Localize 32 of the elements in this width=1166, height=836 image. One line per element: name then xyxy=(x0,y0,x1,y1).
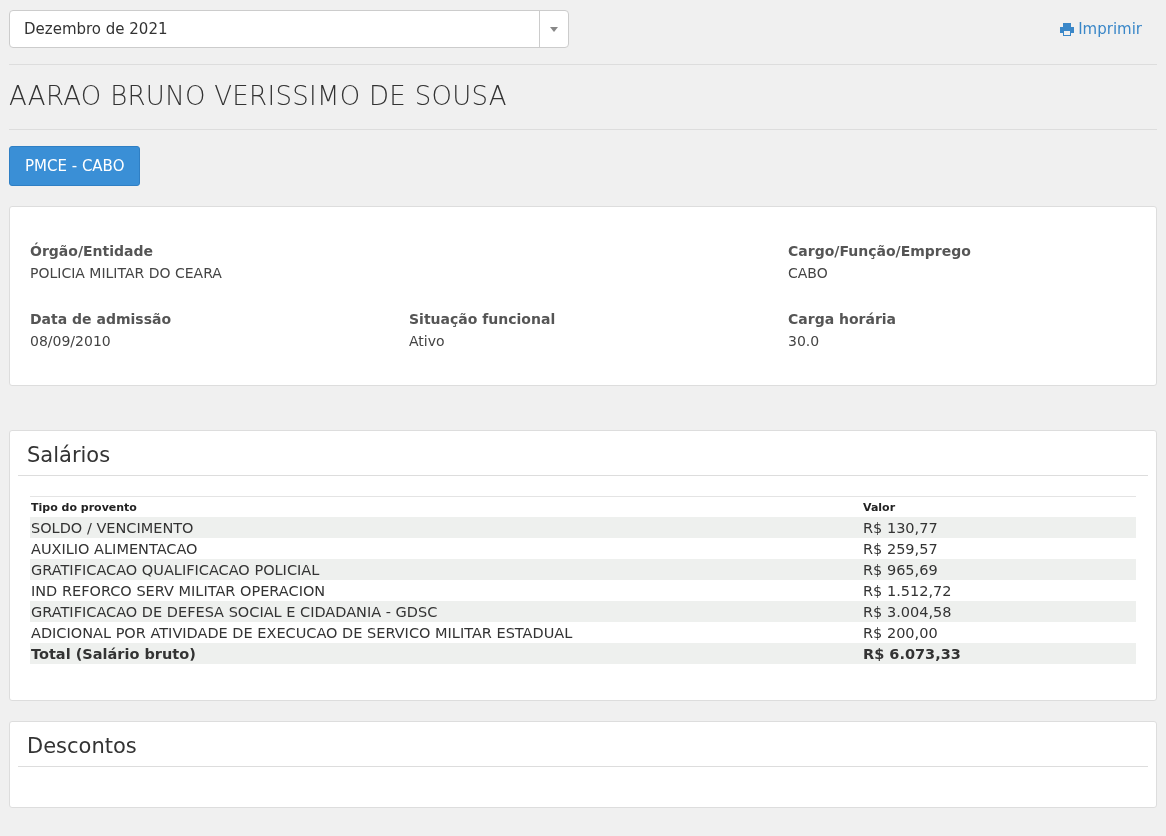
printer-icon xyxy=(1060,22,1075,36)
table-cell: SOLDO / VENCIMENTO xyxy=(30,517,862,538)
field-value: Ativo xyxy=(409,333,446,349)
table-cell: R$ 130,77 xyxy=(862,517,1136,538)
table-cell: R$ 6.073,33 xyxy=(862,643,1136,664)
table-cell: R$ 3.004,58 xyxy=(862,601,1136,622)
field-label: Carga horária xyxy=(788,311,898,327)
table-cell: GRATIFICACAO QUALIFICACAO POLICIAL xyxy=(30,559,862,580)
table-cell: R$ 1.512,72 xyxy=(862,580,1136,601)
period-select[interactable]: Dezembro de 2021 xyxy=(9,10,569,48)
field-label: Data de admissão xyxy=(30,311,173,327)
table-cell: R$ 259,57 xyxy=(862,538,1136,559)
table-cell: R$ 965,69 xyxy=(862,559,1136,580)
table-cell: R$ 200,00 xyxy=(862,622,1136,643)
field-value: CABO xyxy=(788,265,829,281)
field-value: 30.0 xyxy=(788,333,821,349)
print-link[interactable]: Imprimir xyxy=(1060,20,1142,38)
field-label: Cargo/Função/Emprego xyxy=(788,243,972,259)
role-button[interactable]: PMCE - CABO xyxy=(9,146,141,186)
table-cell: IND REFORCO SERV MILITAR OPERACION xyxy=(30,580,862,601)
section-title: Salários xyxy=(18,431,1148,476)
table-cell: AUXILIO ALIMENTACAO xyxy=(30,538,862,559)
field-label: Órgão/Entidade xyxy=(30,243,154,259)
field-value: 08/09/2010 xyxy=(30,333,112,349)
table-cell: Total (Salário bruto) xyxy=(30,643,862,664)
table-cell: ADICIONAL POR ATIVIDADE DE EXECUCAO DE SERVICO MILITAR ESTADUAL xyxy=(30,622,862,643)
person-name: AARAO BRUNO VERISSIMO DE SOUSA xyxy=(9,81,508,111)
table-cell: GRATIFICACAO DE DEFESA SOCIAL E CIDADANIA - GDSC xyxy=(30,601,862,622)
field-label: Situação funcional xyxy=(409,311,557,327)
section-title: Descontos xyxy=(18,722,1148,767)
field-value: POLICIA MILITAR DO CEARA xyxy=(30,265,223,281)
caret-icon xyxy=(550,26,558,32)
